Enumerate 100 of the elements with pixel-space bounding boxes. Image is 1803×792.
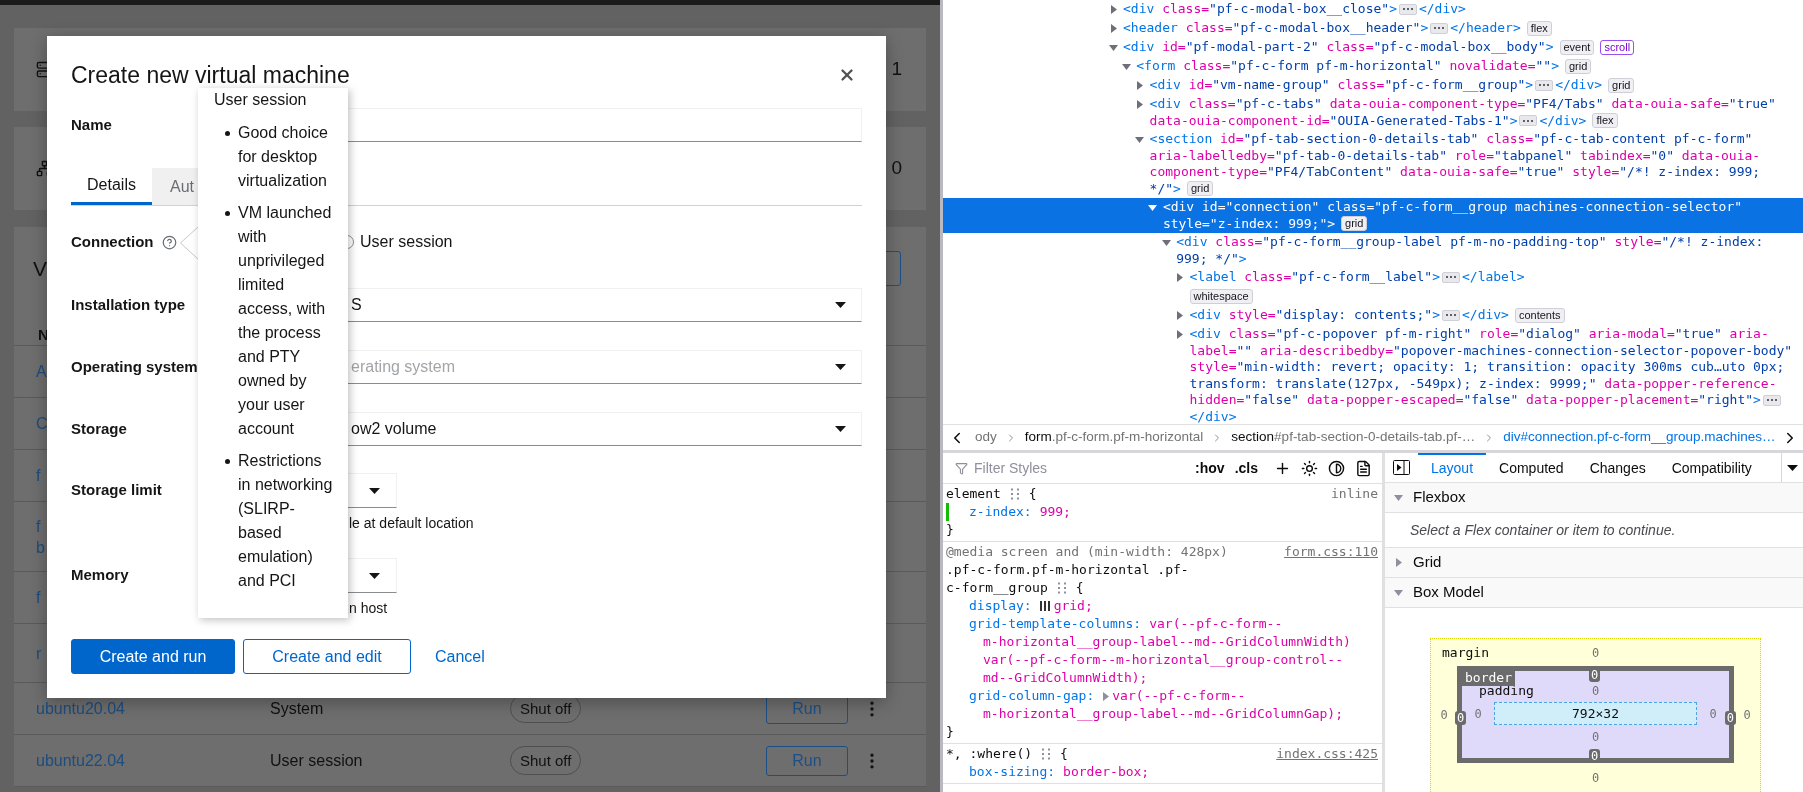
border-value[interactable]: 0 xyxy=(1724,711,1736,725)
markup-node[interactable]: whitespace xyxy=(943,287,1803,306)
markup-line: <div class="pf-c-form__group-label pf-m-no-padding-top" style="/*! z-index: xyxy=(1176,234,1764,251)
caret-icon xyxy=(835,426,846,432)
close-icon[interactable] xyxy=(838,66,856,84)
collapsed-content-icon[interactable] xyxy=(1442,271,1460,283)
markup-node[interactable]: <div class="pf-c-form__group-label pf-m-no-padding-top" style="/*! z-index: 999; */"> xyxy=(943,233,1803,268)
source-link[interactable]: index.css:425 xyxy=(1276,745,1378,763)
node-badge[interactable]: whitespace xyxy=(1189,289,1253,304)
node-badge[interactable]: event xyxy=(1559,39,1595,55)
pseudo-toggle-button[interactable]: .cls xyxy=(1234,457,1258,479)
caret-icon xyxy=(835,364,846,370)
grid-highlighter-icon[interactable] xyxy=(1040,748,1053,760)
collapsed-content-icon[interactable] xyxy=(1430,22,1449,34)
collapsed-content-icon[interactable] xyxy=(1535,79,1554,91)
collapsed-content-icon[interactable] xyxy=(1519,115,1538,127)
sun-icon[interactable] xyxy=(1301,459,1318,477)
collapsed-content-icon[interactable] xyxy=(1442,309,1460,321)
expanded-triangle-icon[interactable] xyxy=(1394,588,1403,597)
caret-icon xyxy=(369,487,380,494)
collapsed-triangle-icon[interactable] xyxy=(1175,273,1184,282)
box-value[interactable]: 0 xyxy=(1440,705,1448,724)
markup-node[interactable]: <form class="pf-c-form pf-m-horizontal" novalidate=""> grid xyxy=(943,57,1803,76)
node-badge[interactable]: flex xyxy=(1526,20,1552,36)
expand-triangle-icon[interactable] xyxy=(1102,691,1111,701)
collapsed-triangle-icon[interactable] xyxy=(1108,24,1118,33)
markup-node[interactable]: <label class="pf-c-form__label"> </label> xyxy=(943,268,1803,287)
node-badge[interactable]: grid xyxy=(1186,181,1214,197)
expanded-triangle-icon[interactable] xyxy=(1148,203,1158,212)
border-value[interactable]: 0 xyxy=(1589,749,1601,763)
expanded-triangle-icon[interactable] xyxy=(1108,43,1118,52)
box-value[interactable]: 0 xyxy=(1591,682,1600,700)
help-icon[interactable] xyxy=(161,234,177,250)
markup-node[interactable]: <header class="pf-c-modal-box__header"> </header> flex xyxy=(943,19,1803,38)
rule-selector: c-form__group xyxy=(946,579,1048,597)
markup-line: <label class="pf-c-form__label"> xyxy=(1189,269,1440,286)
collapsed-triangle-icon[interactable] xyxy=(1175,311,1184,320)
markup-line: <div class="pf-c-modal-box__close"> xyxy=(1123,1,1397,18)
box-value[interactable]: 0 xyxy=(1743,705,1751,724)
filter-icon xyxy=(955,461,968,475)
grid-swatch-icon[interactable] xyxy=(1039,601,1050,611)
expanded-triangle-icon[interactable] xyxy=(1135,135,1145,144)
section-header[interactable]: Flexbox xyxy=(1385,483,1803,513)
box-value[interactable]: 0 xyxy=(1474,704,1482,723)
node-badge[interactable]: flex xyxy=(1592,113,1618,129)
grid-highlighter-icon[interactable] xyxy=(1055,582,1068,594)
caret-icon xyxy=(369,572,380,579)
sidebar-tab[interactable]: Compatibility xyxy=(1658,453,1765,482)
markup-node[interactable]: <div class="pf-c-tabs" data-ouia-component-type="PF4/Tabs" data-ouia-safe="true" data-ouia-component-id="OUIA-Generated-Tabs-1"> </div> flex xyxy=(943,95,1803,130)
expanded-triangle-icon[interactable] xyxy=(1161,238,1171,247)
markup-node[interactable]: <div id="vm-name-group" class="pf-c-form__group"> </div> grid xyxy=(943,76,1803,95)
breadcrumb-item[interactable]: section#pf-tab-section-0-details-tab.pf-… xyxy=(1231,427,1476,448)
open-brace: { xyxy=(1060,745,1068,763)
collapsed-content-icon[interactable] xyxy=(1398,3,1417,15)
breadcrumb-item[interactable]: ody xyxy=(975,427,997,448)
expanded-triangle-icon[interactable] xyxy=(1394,493,1403,502)
source-link[interactable]: form.css:110 xyxy=(1284,543,1378,561)
expanded-triangle-icon[interactable] xyxy=(1121,62,1131,71)
closing-tag: </div> xyxy=(1539,112,1587,129)
sidebar-tab[interactable]: Changes xyxy=(1576,453,1659,482)
sidebar-tab[interactable]: Computed xyxy=(1486,453,1577,482)
box-value[interactable]: 0 xyxy=(1591,769,1600,787)
cancel-link[interactable]: Cancel xyxy=(435,639,485,674)
collapsed-triangle-icon[interactable] xyxy=(1394,558,1403,567)
markup-node[interactable]: <div style="display: contents;"> </div> contents xyxy=(943,306,1803,325)
collapsed-triangle-icon[interactable] xyxy=(1175,330,1184,339)
rule-selector: element xyxy=(946,485,1001,503)
section-header[interactable]: Grid xyxy=(1385,548,1803,578)
border-value[interactable]: 0 xyxy=(1455,711,1467,725)
field-label: Storage xyxy=(71,418,127,439)
filter-styles-input[interactable]: Filter Styles xyxy=(974,457,1124,479)
property-value: border-box; xyxy=(1063,763,1150,781)
sidebar-toggle-icon[interactable] xyxy=(1393,460,1410,475)
property-name: grid-template-columns: xyxy=(969,615,1142,633)
node-badge[interactable]: grid xyxy=(1564,58,1592,74)
collapsed-triangle-icon[interactable] xyxy=(1135,100,1145,109)
dialog-button[interactable]: Create and edit xyxy=(243,639,411,674)
pseudo-toggle-button[interactable]: :hov xyxy=(1195,457,1225,479)
section-header[interactable]: Box Model xyxy=(1385,578,1803,608)
grid-highlighter-icon[interactable] xyxy=(1008,488,1021,500)
breadcrumb-item[interactable]: div#connection.pf-c-form__group.machines… xyxy=(1503,427,1776,448)
box-value[interactable]: 0 xyxy=(1591,728,1600,746)
contrast-icon[interactable] xyxy=(1328,459,1345,477)
document-icon[interactable] xyxy=(1355,459,1372,477)
markup-node[interactable]: <div class="pf-c-modal-box__close"> </div> xyxy=(943,0,1803,19)
collapsed-content-icon[interactable] xyxy=(1762,394,1781,406)
dialog-button[interactable]: Create and run xyxy=(71,639,235,674)
box-value[interactable]: 0 xyxy=(1591,643,1600,662)
collapsed-triangle-icon[interactable] xyxy=(1108,5,1118,14)
node-badge[interactable]: scroll xyxy=(1600,39,1635,55)
breadcrumb-item[interactable]: form.pf-c-form.pf-m-horizontal xyxy=(1024,427,1204,448)
box-value[interactable]: 0 xyxy=(1709,704,1717,723)
node-badge[interactable]: contents xyxy=(1514,307,1565,323)
markup-line: */"> xyxy=(1149,180,1181,197)
markup-node[interactable]: <div id="pf-modal-part-2" class="pf-c-modal-box__body"> event scroll xyxy=(943,38,1803,57)
border-value[interactable]: 0 xyxy=(1589,668,1601,682)
node-badge[interactable]: grid xyxy=(1608,77,1635,93)
node-badge[interactable]: grid xyxy=(1341,216,1368,232)
collapsed-triangle-icon[interactable] xyxy=(1135,81,1145,90)
markup-node[interactable]: <div id="connection" class="pf-c-form__group machines-connection-selector" style="z-index: 999;"> grid xyxy=(943,198,1803,233)
